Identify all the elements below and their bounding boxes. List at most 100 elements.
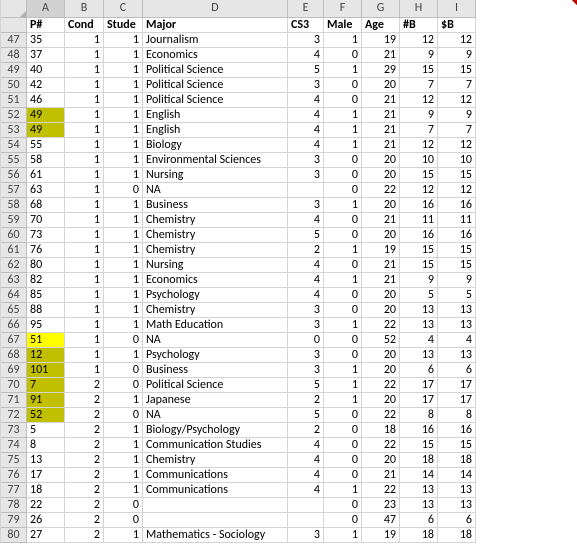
cell[interactable]: 13 xyxy=(438,483,476,498)
cell[interactable]: 1 xyxy=(65,78,104,93)
cell[interactable]: 9 xyxy=(400,48,438,63)
cell[interactable]: 2 xyxy=(288,243,324,258)
cell[interactable]: 37 xyxy=(27,48,65,63)
cell[interactable]: 22 xyxy=(362,318,400,333)
cell[interactable]: 20 xyxy=(362,168,400,183)
cell[interactable]: 4 xyxy=(438,333,476,348)
cell[interactable]: 21 xyxy=(362,258,400,273)
col-header-A[interactable]: A xyxy=(27,0,65,18)
col-header-C[interactable]: C xyxy=(104,0,143,18)
cell[interactable]: 101 xyxy=(27,363,65,378)
cell[interactable]: Math Education xyxy=(143,318,288,333)
cell[interactable]: 10 xyxy=(438,153,476,168)
cell[interactable]: 15 xyxy=(400,168,438,183)
cell[interactable]: 3 xyxy=(288,318,324,333)
cell[interactable]: 1 xyxy=(324,243,362,258)
cell[interactable]: Chemistry xyxy=(143,213,288,228)
cell[interactable]: 13 xyxy=(438,498,476,513)
cell[interactable]: 1 xyxy=(324,198,362,213)
cell[interactable] xyxy=(143,498,288,513)
cell[interactable]: 13 xyxy=(438,303,476,318)
cell[interactable]: 1 xyxy=(324,378,362,393)
cell[interactable]: 12 xyxy=(438,138,476,153)
cell[interactable]: NA xyxy=(143,183,288,198)
cell[interactable]: 22 xyxy=(362,183,400,198)
cell[interactable]: 0 xyxy=(324,333,362,348)
cell[interactable]: 18 xyxy=(400,528,438,543)
cell[interactable]: 21 xyxy=(362,138,400,153)
cell[interactable]: 4 xyxy=(288,138,324,153)
cell[interactable]: 22 xyxy=(362,438,400,453)
cell[interactable]: 1 xyxy=(104,48,143,63)
cell[interactable]: 20 xyxy=(362,78,400,93)
cell[interactable]: 1 xyxy=(65,168,104,183)
cell[interactable]: 16 xyxy=(400,198,438,213)
cell[interactable]: 51 xyxy=(27,333,65,348)
cell[interactable]: 1 xyxy=(65,198,104,213)
cell[interactable]: Nursing xyxy=(143,168,288,183)
cell[interactable]: 46 xyxy=(27,93,65,108)
cell[interactable]: 0 xyxy=(324,153,362,168)
header-cell-C[interactable]: Stude xyxy=(104,18,143,33)
cell[interactable]: 23 xyxy=(362,498,400,513)
cell[interactable]: 52 xyxy=(362,333,400,348)
header-cell-B[interactable]: Cond xyxy=(65,18,104,33)
cell[interactable]: 0 xyxy=(324,423,362,438)
row-header[interactable]: 79 xyxy=(1,513,27,528)
cell[interactable]: 20 xyxy=(362,288,400,303)
cell[interactable]: 1 xyxy=(104,393,143,408)
cell[interactable]: Political Science xyxy=(143,78,288,93)
cell[interactable]: 20 xyxy=(362,303,400,318)
cell[interactable]: 18 xyxy=(362,423,400,438)
row-header[interactable]: 55 xyxy=(1,153,27,168)
cell[interactable]: 27 xyxy=(27,528,65,543)
cell[interactable]: 2 xyxy=(65,393,104,408)
cell[interactable]: 1 xyxy=(104,288,143,303)
cell[interactable]: 0 xyxy=(324,183,362,198)
cell[interactable]: 12 xyxy=(438,183,476,198)
cell[interactable]: 0 xyxy=(324,258,362,273)
cell[interactable]: Political Science xyxy=(143,63,288,78)
cell[interactable]: 0 xyxy=(324,168,362,183)
cell[interactable]: 13 xyxy=(400,303,438,318)
cell[interactable]: 0 xyxy=(324,303,362,318)
cell[interactable]: 29 xyxy=(362,63,400,78)
cell[interactable]: 47 xyxy=(362,513,400,528)
cell[interactable]: 0 xyxy=(288,333,324,348)
row-header[interactable]: 72 xyxy=(1,408,27,423)
cell[interactable]: 1 xyxy=(104,528,143,543)
cell[interactable]: Communications xyxy=(143,483,288,498)
row-header[interactable]: 78 xyxy=(1,498,27,513)
cell[interactable]: Chemistry xyxy=(143,453,288,468)
cell[interactable]: 9 xyxy=(438,108,476,123)
cell[interactable]: 18 xyxy=(438,528,476,543)
header-cell-H[interactable]: #B xyxy=(400,18,438,33)
cell[interactable]: 4 xyxy=(288,288,324,303)
cell[interactable]: 2 xyxy=(65,483,104,498)
cell[interactable]: 12 xyxy=(438,93,476,108)
row-header[interactable]: 80 xyxy=(1,528,27,543)
cell[interactable]: 1 xyxy=(65,213,104,228)
row-header[interactable]: 64 xyxy=(1,288,27,303)
cell[interactable]: 5 xyxy=(288,378,324,393)
cell[interactable]: 4 xyxy=(288,438,324,453)
cell[interactable]: 1 xyxy=(324,318,362,333)
cell[interactable]: 21 xyxy=(362,273,400,288)
cell[interactable]: 13 xyxy=(27,453,65,468)
cell[interactable]: Communications xyxy=(143,468,288,483)
row-header[interactable]: 75 xyxy=(1,453,27,468)
cell[interactable]: 1 xyxy=(65,138,104,153)
cell[interactable]: 1 xyxy=(324,363,362,378)
cell[interactable]: English xyxy=(143,123,288,138)
cell[interactable]: 21 xyxy=(362,468,400,483)
cell[interactable]: 1 xyxy=(65,273,104,288)
cell[interactable]: 0 xyxy=(324,513,362,528)
cell[interactable]: 68 xyxy=(27,198,65,213)
cell[interactable]: 7 xyxy=(400,123,438,138)
header-cell-E[interactable]: CS3 xyxy=(288,18,324,33)
cell[interactable]: 1 xyxy=(104,78,143,93)
cell[interactable]: 1 xyxy=(324,528,362,543)
cell[interactable]: 0 xyxy=(324,93,362,108)
cell[interactable]: 1 xyxy=(324,273,362,288)
header-cell-I[interactable]: $B xyxy=(438,18,476,33)
